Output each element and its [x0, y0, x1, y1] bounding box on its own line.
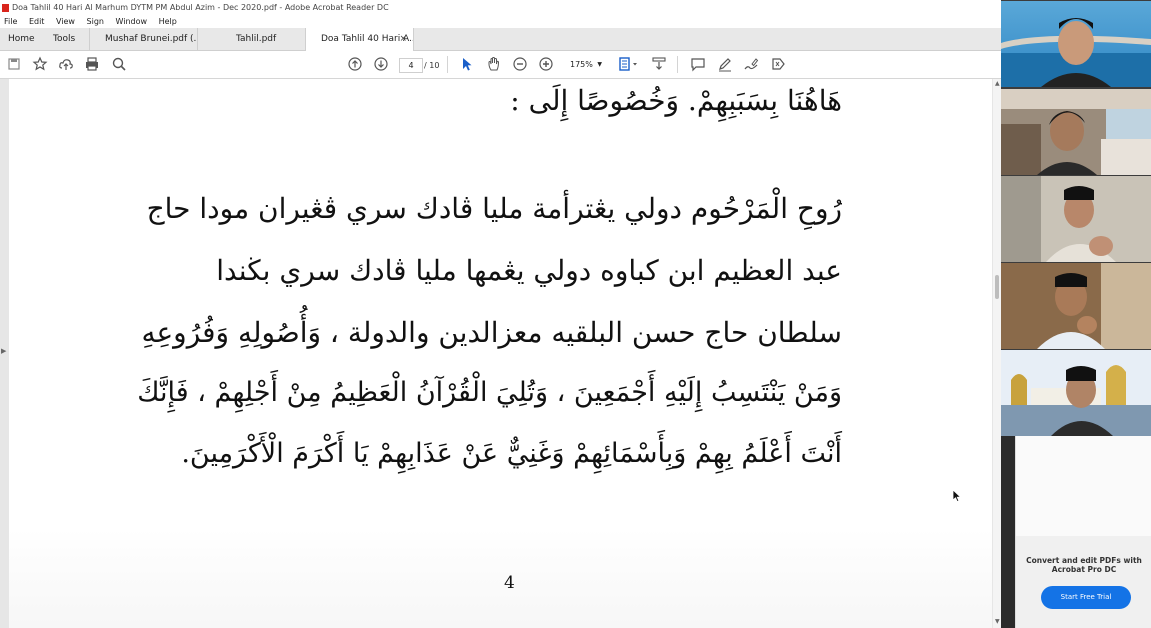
hand-tool-icon[interactable]: [486, 56, 502, 72]
pro-dc-promo: Convert and edit PDFs with Acrobat Pro D…: [1016, 536, 1151, 628]
acrobat-app-icon: [2, 4, 9, 12]
text-line: عبد العظيم ابن كباوه دولي يڠمها مليا ڤاد…: [216, 254, 842, 287]
pdf-page: هَاهُنَا بِسَبَبِهِمْ. وَخُصُوصًا إِلَى …: [9, 79, 992, 628]
scrolling-mode-icon[interactable]: [651, 56, 667, 72]
chevron-down-icon: ▼: [597, 61, 602, 68]
comment-icon[interactable]: [690, 56, 706, 72]
expand-panel-icon[interactable]: ▶: [1, 347, 6, 355]
text-line: أَنْتَ أَعْلَمُ بِهِمْ وَبِأَسْمَائِهِمْ…: [181, 438, 842, 469]
window-title: Doa Tahlil 40 Hari Al Marhum DYTM PM Abd…: [12, 3, 389, 12]
participant-video: [1001, 176, 1151, 262]
print-icon[interactable]: [84, 56, 100, 72]
menu-sign[interactable]: Sign: [87, 16, 104, 28]
tab-doa-tahlil[interactable]: Doa Tahlil 40 Hari A... ×: [306, 28, 414, 51]
participant-video: [1001, 350, 1151, 436]
page-count: / 10: [424, 61, 440, 70]
page-number-label: 4: [504, 573, 515, 593]
previous-page-icon[interactable]: [347, 56, 363, 72]
scroll-up-icon[interactable]: ▲: [995, 80, 1000, 87]
participant-video: [1001, 1, 1151, 87]
participant-video: [1001, 89, 1151, 175]
menu-view[interactable]: View: [56, 16, 75, 28]
menu-bar: File Edit View Sign Window Help: [0, 16, 1001, 28]
tab-mushaf-brunei-label: Mushaf Brunei.pdf (...: [105, 34, 198, 44]
tab-mushaf-brunei[interactable]: Mushaf Brunei.pdf (...: [90, 28, 198, 50]
scroll-down-icon[interactable]: ▼: [995, 618, 1000, 625]
toolbar-divider: [677, 56, 678, 73]
fit-page-icon[interactable]: [618, 56, 640, 72]
zoom-level-dropdown[interactable]: 175% ▼: [562, 58, 606, 71]
tab-tahlil-label: Tahlil.pdf: [236, 34, 277, 44]
menu-help[interactable]: Help: [159, 16, 177, 28]
title-bar: Doa Tahlil 40 Hari Al Marhum DYTM PM Abd…: [0, 0, 1001, 16]
document-area[interactable]: هَاهُنَا بِسَبَبِهِمْ. وَخُصُوصًا إِلَى …: [0, 79, 1001, 628]
search-icon[interactable]: [111, 56, 127, 72]
video-call-panel: [1001, 0, 1151, 436]
start-free-trial-button[interactable]: Start Free Trial: [1041, 586, 1131, 609]
page-fade: [9, 529, 992, 628]
menu-file[interactable]: File: [4, 16, 17, 28]
scrollbar-thumb[interactable]: [995, 275, 999, 299]
tab-close-icon[interactable]: ×: [399, 28, 407, 50]
acrobat-window: Doa Tahlil 40 Hari Al Marhum DYTM PM Abd…: [0, 0, 1001, 628]
text-line: وَمَنْ يَنْتَسِبُ إِلَيْهِ أَجْمَعِينَ ،…: [137, 377, 842, 408]
zoom-in-icon[interactable]: [538, 56, 554, 72]
menu-edit[interactable]: Edit: [29, 16, 45, 28]
save-icon[interactable]: [6, 56, 22, 72]
fill-sign-icon[interactable]: [743, 56, 759, 72]
page-number-input[interactable]: 4: [399, 58, 423, 73]
participant-video: [1001, 263, 1151, 349]
tab-tools[interactable]: Tools: [45, 28, 90, 50]
tab-home[interactable]: Home: [0, 28, 45, 50]
mouse-cursor-icon: [952, 489, 962, 503]
promo-text: Convert and edit PDFs with Acrobat Pro D…: [1026, 556, 1142, 574]
text-line: رُوحِ الْمَرْحُوم دولي يڠترأمة مليا ڤادك…: [146, 192, 842, 225]
zoom-out-icon[interactable]: [512, 56, 528, 72]
star-icon[interactable]: [32, 56, 48, 72]
select-cursor-icon[interactable]: [459, 56, 475, 72]
next-page-icon[interactable]: [373, 56, 389, 72]
highlight-pen-icon[interactable]: [717, 56, 733, 72]
tab-tools-label: Tools: [53, 34, 76, 44]
vertical-scrollbar[interactable]: [993, 79, 1001, 628]
zoom-level-value: 175%: [570, 60, 593, 69]
more-tools-icon[interactable]: [770, 56, 786, 72]
upload-cloud-icon[interactable]: [58, 56, 74, 72]
tab-tahlil[interactable]: Tahlil.pdf: [198, 28, 306, 50]
text-line: سلطان حاج حسن البلقيه معزالدين والدولة ،…: [141, 316, 842, 349]
tab-bar: Home Tools Mushaf Brunei.pdf (... Tahlil…: [0, 28, 1001, 51]
tab-home-label: Home: [8, 34, 35, 44]
menu-window[interactable]: Window: [116, 16, 148, 28]
text-line: هَاهُنَا بِسَبَبِهِمْ. وَخُصُوصًا إِلَى …: [510, 84, 842, 117]
toolbar-divider: [447, 56, 448, 73]
right-side-panel: Convert and edit PDFs with Acrobat Pro D…: [1015, 436, 1151, 628]
toolbar: 4 / 10 175% ▼: [0, 51, 1001, 79]
